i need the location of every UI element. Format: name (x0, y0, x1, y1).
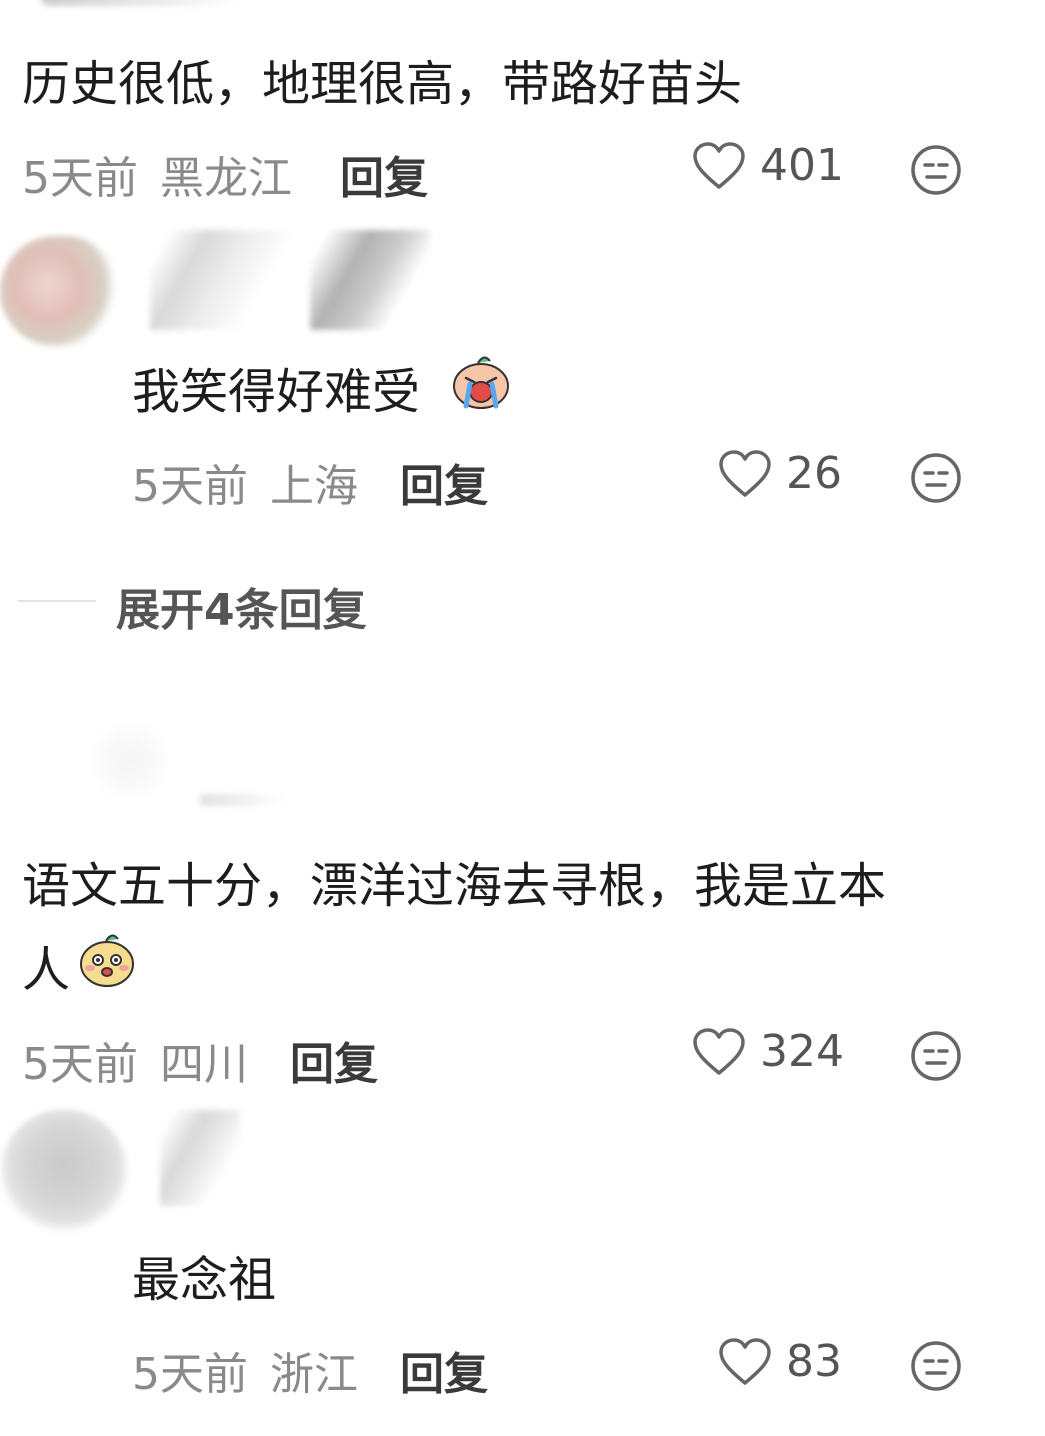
comment-time: 5天前 (22, 153, 138, 204)
like-button[interactable]: 26 (718, 448, 842, 499)
reply-button[interactable]: 回复 (400, 1338, 488, 1402)
like-count: 401 (760, 140, 844, 191)
dog-face-emoji (78, 928, 136, 992)
username-obscured (310, 230, 430, 330)
heart-outline-icon (718, 449, 772, 499)
neutral-face-icon[interactable] (910, 452, 962, 504)
like-button[interactable]: 401 (692, 140, 844, 191)
reply-text: 我笑得好难受 (132, 364, 421, 420)
like-count: 83 (786, 1336, 842, 1387)
comment-location: 上海 (270, 461, 358, 512)
reply-button[interactable]: 回复 (400, 450, 488, 514)
comment-time: 5天前 (132, 1349, 248, 1400)
comment-text: 语文五十分，漂洋过海去寻根，我是立本 (22, 858, 887, 914)
like-button[interactable]: 83 (718, 1336, 842, 1387)
comment-location: 浙江 (270, 1349, 358, 1400)
heart-outline-icon (692, 1027, 746, 1077)
reply-text: 最念祖 (132, 1252, 277, 1308)
heart-outline-icon (692, 141, 746, 191)
comment-location: 黑龙江 (160, 153, 292, 204)
avatar[interactable] (0, 236, 120, 346)
username-obscured (150, 230, 290, 330)
reply-button[interactable]: 回复 (290, 1028, 378, 1092)
neutral-face-icon[interactable] (910, 1030, 962, 1082)
comment-time: 5天前 (22, 1039, 138, 1090)
crying-laughing-emoji (450, 350, 512, 414)
comment-text: 历史很低，地理很高，带路好苗头 (22, 56, 743, 112)
expand-divider (18, 600, 96, 602)
like-count: 324 (760, 1026, 844, 1077)
comment-location: 四川 (160, 1039, 248, 1090)
comment-time: 5天前 (132, 461, 248, 512)
like-button[interactable]: 324 (692, 1026, 844, 1077)
avatar[interactable] (0, 1110, 128, 1234)
comment-text-continued: 人 (22, 942, 71, 998)
expand-replies-button[interactable]: 展开4条回复 (116, 574, 367, 638)
neutral-face-icon[interactable] (910, 1340, 962, 1392)
avatar[interactable] (90, 716, 170, 806)
username-obscured (160, 1110, 240, 1206)
username-obscured (200, 794, 284, 806)
neutral-face-icon[interactable] (910, 144, 962, 196)
reply-button[interactable]: 回复 (340, 142, 428, 206)
heart-outline-icon (718, 1337, 772, 1387)
like-count: 26 (786, 448, 842, 499)
clipped-header-remnant (40, 0, 240, 6)
